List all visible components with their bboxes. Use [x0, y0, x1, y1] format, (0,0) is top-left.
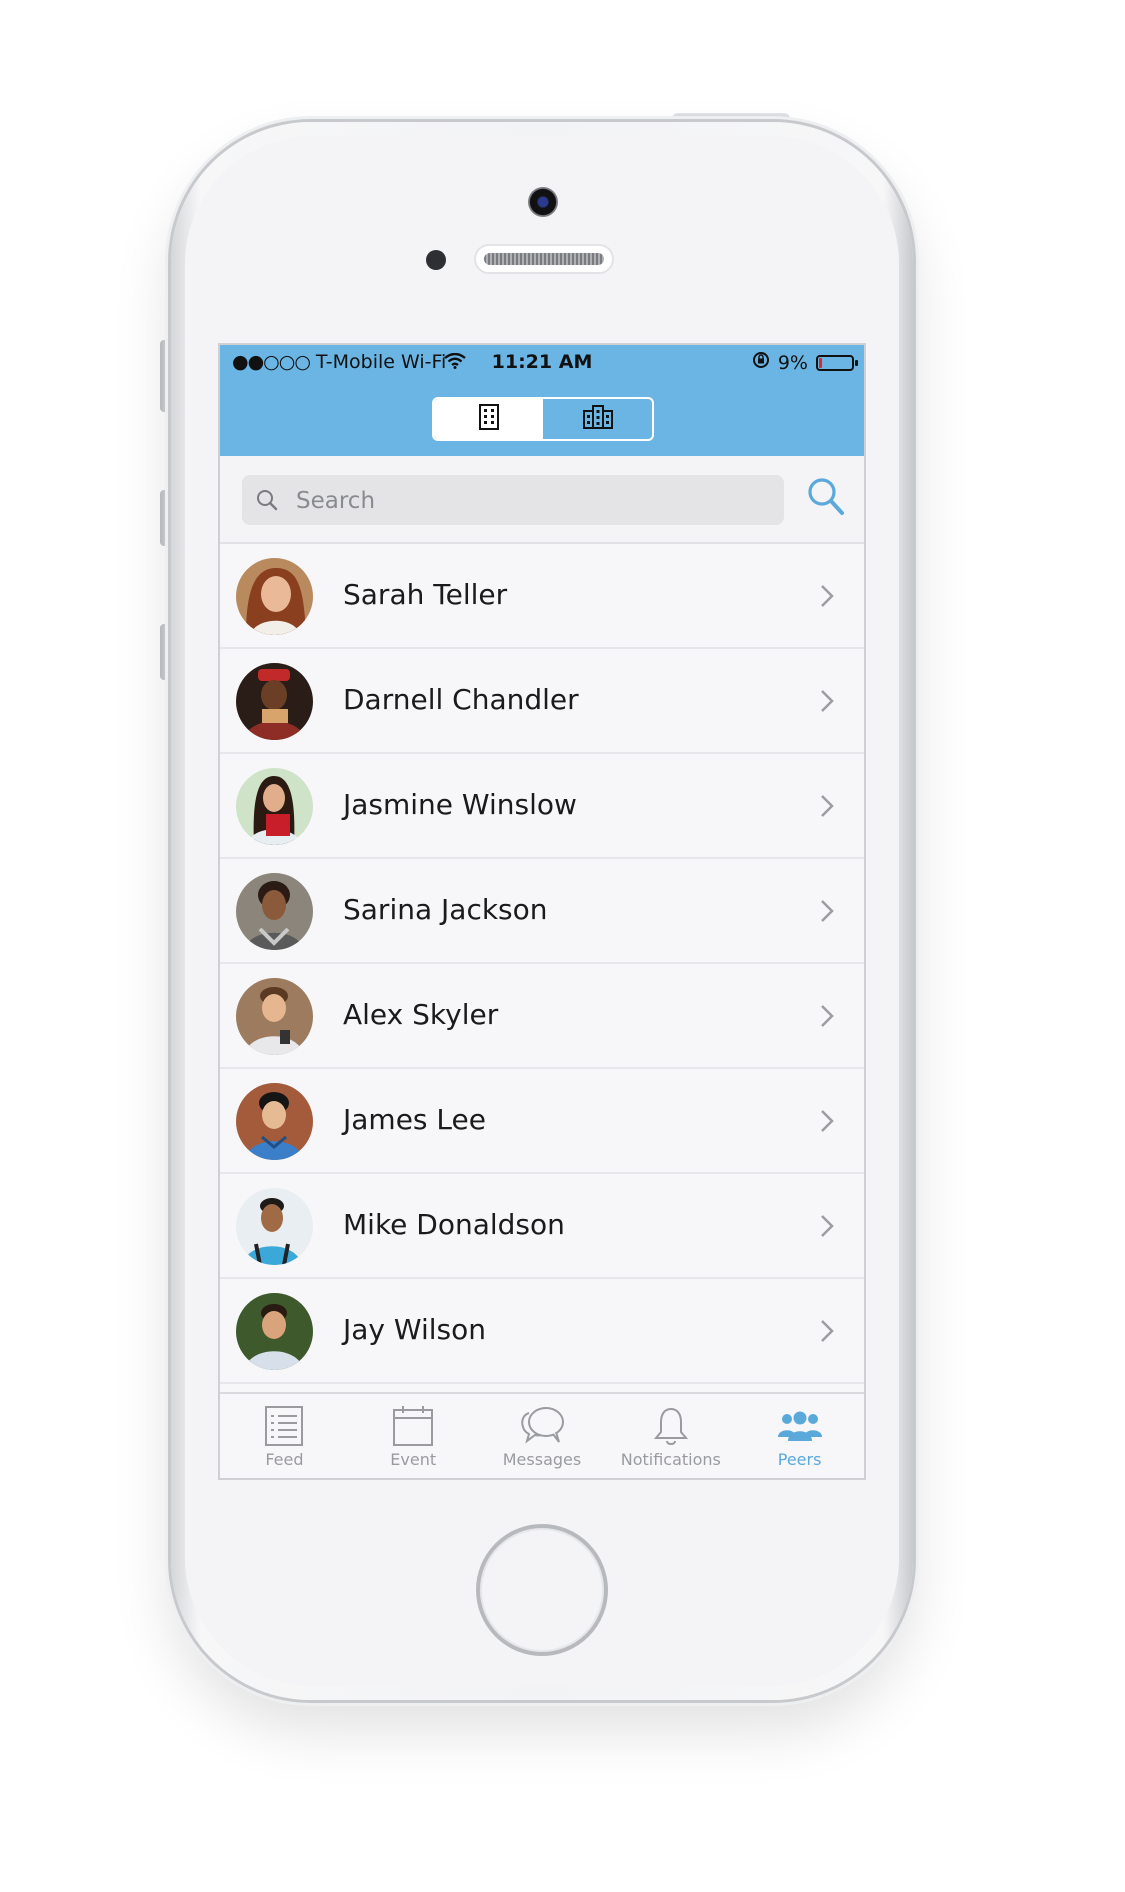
- tab-label: Peers: [777, 1450, 822, 1469]
- chevron-right-icon: [820, 689, 834, 718]
- peer-name: Sarina Jackson: [343, 893, 548, 926]
- tab-event[interactable]: Event: [349, 1394, 478, 1478]
- peer-name: Alex Skyler: [343, 998, 499, 1031]
- avatar: [236, 663, 313, 740]
- earpiece-speaker: [474, 244, 614, 274]
- chevron-right-icon: [820, 794, 834, 823]
- segment-single-building[interactable]: [434, 399, 543, 439]
- peer-row[interactable]: Mike Donaldson: [220, 1174, 864, 1279]
- avatar: [236, 768, 313, 845]
- tab-peers[interactable]: Peers: [735, 1394, 864, 1478]
- people-icon: [776, 1404, 824, 1448]
- scope-segmented-control: [432, 397, 654, 441]
- battery-level: [819, 357, 822, 368]
- front-camera: [528, 187, 558, 217]
- avatar: [236, 1293, 313, 1370]
- proximity-sensor: [426, 250, 446, 270]
- peer-row[interactable]: Jay Wilson: [220, 1279, 864, 1384]
- peer-name: Jasmine Winslow: [343, 788, 577, 821]
- avatar: [236, 1188, 313, 1265]
- tab-messages[interactable]: Messages: [478, 1394, 607, 1478]
- search-field-icon: [257, 490, 278, 511]
- home-button[interactable]: [476, 1524, 608, 1656]
- building-icon: [478, 403, 500, 435]
- search-icon: [806, 478, 846, 522]
- avatar: [236, 1083, 313, 1160]
- peer-row[interactable]: Sarah Teller: [220, 544, 864, 649]
- peer-row[interactable]: Sarina Jackson: [220, 859, 864, 964]
- peer-name: James Lee: [343, 1103, 486, 1136]
- battery-percent: 9%: [777, 351, 808, 374]
- tab-label: Feed: [265, 1450, 304, 1469]
- search-field[interactable]: [242, 475, 784, 527]
- search-bar: [220, 456, 864, 544]
- status-right: 9%: [752, 351, 858, 374]
- bell-icon: [653, 1404, 688, 1448]
- search-input[interactable]: [294, 475, 768, 527]
- buildings-icon: [582, 404, 613, 434]
- app-header: ●●○○○ T-Mobile Wi-Fi 11:21 AM 9%: [220, 345, 864, 456]
- peer-row[interactable]: Alex Skyler: [220, 964, 864, 1069]
- rotation-lock-icon: [752, 351, 770, 374]
- chevron-right-icon: [820, 1214, 834, 1243]
- tab-feed[interactable]: Feed: [220, 1394, 349, 1478]
- tab-label: Event: [390, 1450, 437, 1469]
- peer-row[interactable]: Jasmine Winslow: [220, 754, 864, 859]
- chat-bubbles-icon: [519, 1404, 565, 1448]
- avatar: [236, 978, 313, 1055]
- peer-name: Sarah Teller: [343, 578, 508, 611]
- peer-name: Darnell Chandler: [343, 683, 579, 716]
- avatar: [236, 558, 313, 635]
- chevron-right-icon: [820, 1319, 834, 1348]
- peer-name: Mike Donaldson: [343, 1208, 565, 1241]
- chevron-right-icon: [820, 899, 834, 928]
- status-bar: ●●○○○ T-Mobile Wi-Fi 11:21 AM 9%: [220, 345, 864, 375]
- avatar: [236, 873, 313, 950]
- app-screen: ●●○○○ T-Mobile Wi-Fi 11:21 AM 9% Search …: [218, 343, 866, 1480]
- tab-notifications[interactable]: Notifications: [606, 1394, 735, 1478]
- chevron-right-icon: [820, 584, 834, 613]
- tab-bar: Feed Event Messages Notifications Peers: [220, 1392, 864, 1478]
- segment-multiple-buildings[interactable]: [543, 399, 652, 439]
- peer-row[interactable]: James Lee: [220, 1069, 864, 1174]
- calendar-icon: [393, 1404, 434, 1448]
- tab-label: Notifications: [620, 1450, 721, 1469]
- battery-icon: [816, 354, 858, 371]
- chevron-right-icon: [820, 1109, 834, 1138]
- peer-list: Sarah Teller Darnell Chandler Jasmine Wi…: [220, 544, 864, 1478]
- search-button[interactable]: [806, 476, 846, 523]
- peer-name: Jay Wilson: [343, 1313, 486, 1346]
- peer-row[interactable]: Darnell Chandler: [220, 649, 864, 754]
- tab-label: Messages: [502, 1450, 582, 1469]
- list-icon: [265, 1404, 304, 1448]
- chevron-right-icon: [820, 1004, 834, 1033]
